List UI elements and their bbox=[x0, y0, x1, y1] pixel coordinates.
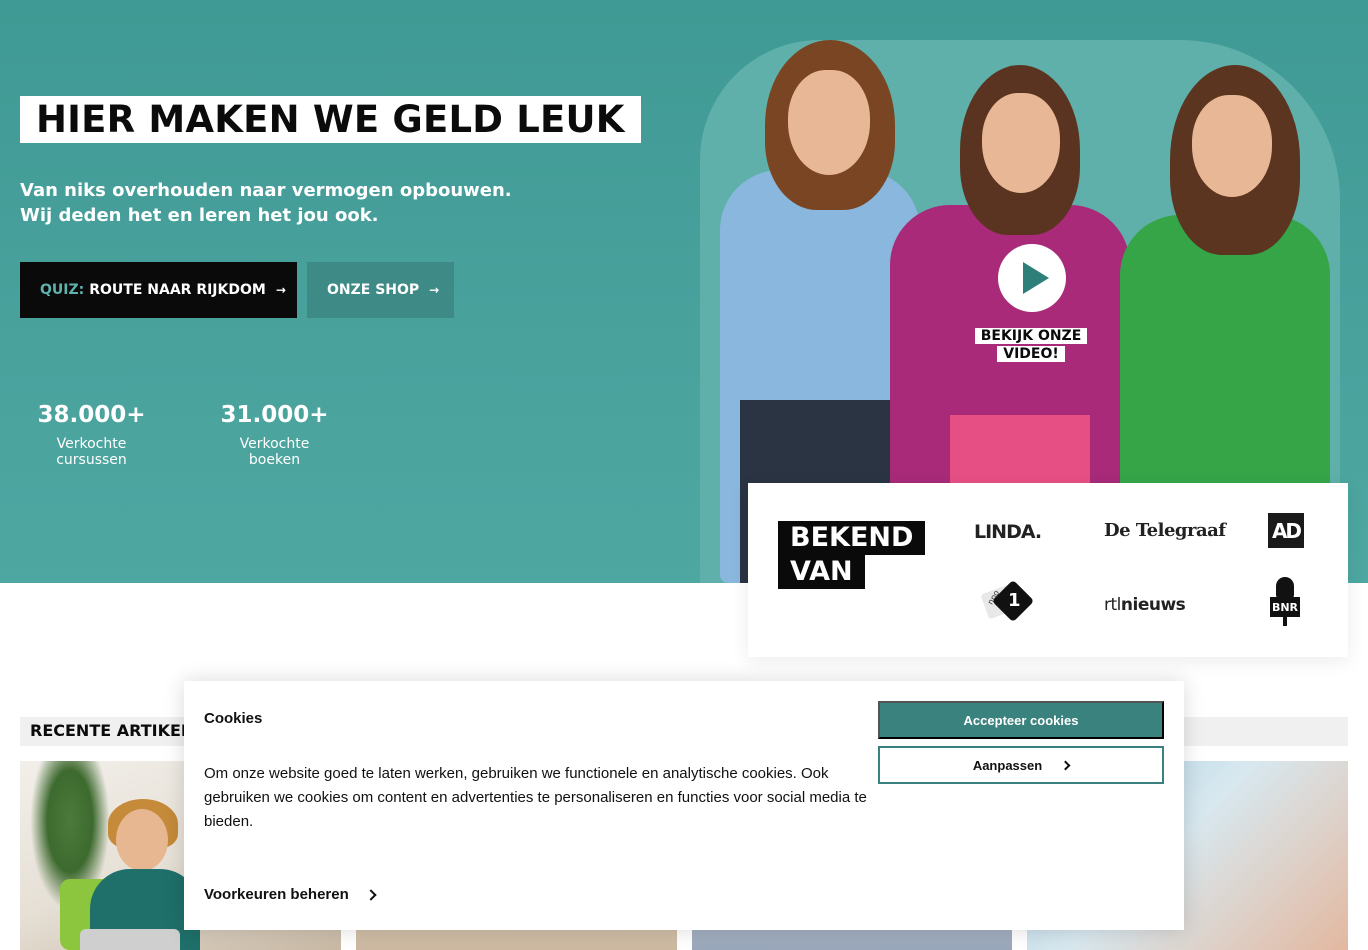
stat-books-label: Verkochte boeken bbox=[239, 436, 310, 468]
chevron-right-icon bbox=[1060, 760, 1071, 770]
laptop-image bbox=[80, 929, 180, 950]
bnr-microphone-stem bbox=[1283, 617, 1287, 626]
bnr-logo-text: BNR bbox=[1270, 597, 1300, 617]
rtl-logo-prefix: rtl bbox=[1104, 595, 1121, 615]
hero-subtitle: Van niks overhouden naar vermogen opbouw… bbox=[20, 178, 512, 228]
bnr-logo: BNR bbox=[1270, 577, 1302, 627]
hero-subtitle-line1: Van niks overhouden naar vermogen opbouw… bbox=[20, 180, 512, 201]
rtl-nieuws-logo: rtlnieuws bbox=[1104, 595, 1186, 615]
video-label-line1: BEKIJK ONZE bbox=[974, 328, 1088, 344]
quiz-label: ROUTE NAAR RIJKDOM bbox=[89, 282, 266, 298]
hero-subtitle-line2: Wij deden het en leren het jou ook. bbox=[20, 205, 379, 226]
press-title-line1: BEKEND bbox=[778, 521, 925, 555]
person-right-face bbox=[1192, 95, 1272, 197]
bnr-microphone-icon bbox=[1276, 577, 1294, 599]
npo-logo-number: 1 bbox=[1008, 590, 1021, 611]
arrow-right-icon: → bbox=[275, 283, 286, 297]
stat-books: 31.000+ Verkochte boeken bbox=[213, 400, 336, 468]
shop-button[interactable]: ONZE SHOP → bbox=[307, 262, 454, 318]
quiz-prefix: QUIZ: bbox=[40, 282, 85, 298]
video-label[interactable]: BEKIJK ONZE VIDEO! bbox=[966, 327, 1096, 363]
woman-head-image bbox=[116, 809, 168, 871]
person-middle-face bbox=[982, 93, 1060, 193]
adjust-cookies-label: Aanpassen bbox=[972, 757, 1043, 773]
person-left-face bbox=[788, 70, 870, 175]
cookie-preferences-link[interactable]: Voorkeuren beheren bbox=[204, 886, 377, 903]
npo1-logo: npo 1 bbox=[980, 579, 1035, 623]
play-video-button[interactable] bbox=[998, 244, 1066, 312]
cookie-preferences-label: Voorkeuren beheren bbox=[204, 886, 349, 903]
play-icon bbox=[1022, 262, 1049, 294]
telegraaf-logo: De Telegraaf bbox=[1104, 520, 1226, 541]
ad-logo: AD bbox=[1268, 513, 1304, 548]
stat-courses: 38.000+ Verkochte cursussen bbox=[20, 400, 163, 468]
press-title-line2: VAN bbox=[778, 555, 865, 589]
cookie-dialog: Cookies Om onze website goed te laten we… bbox=[184, 681, 1184, 930]
accept-cookies-button[interactable]: Accepteer cookies bbox=[878, 701, 1164, 739]
hero-headline: HIER MAKEN WE GELD LEUK bbox=[20, 96, 641, 143]
press-card: BEKEND VAN LINDA. De Telegraaf AD npo 1 … bbox=[748, 483, 1348, 657]
stat-courses-value: 38.000+ bbox=[37, 402, 146, 428]
quiz-button[interactable]: QUIZ: ROUTE NAAR RIJKDOM → bbox=[20, 262, 297, 318]
stat-courses-label: Verkochte cursussen bbox=[56, 436, 127, 468]
adjust-cookies-button[interactable]: Aanpassen bbox=[878, 746, 1164, 784]
shop-label: ONZE SHOP bbox=[327, 282, 420, 298]
chevron-right-icon bbox=[365, 888, 377, 901]
rtl-logo-suffix: nieuws bbox=[1120, 595, 1186, 615]
cookie-text: Om onze website goed te laten werken, ge… bbox=[204, 765, 867, 830]
arrow-right-icon: → bbox=[429, 283, 440, 297]
video-label-line2: VIDEO! bbox=[997, 346, 1065, 362]
linda-logo: LINDA. bbox=[974, 521, 1042, 543]
cookie-title: Cookies bbox=[204, 710, 263, 727]
press-title: BEKEND VAN bbox=[778, 521, 925, 589]
stat-books-value: 31.000+ bbox=[220, 402, 329, 428]
